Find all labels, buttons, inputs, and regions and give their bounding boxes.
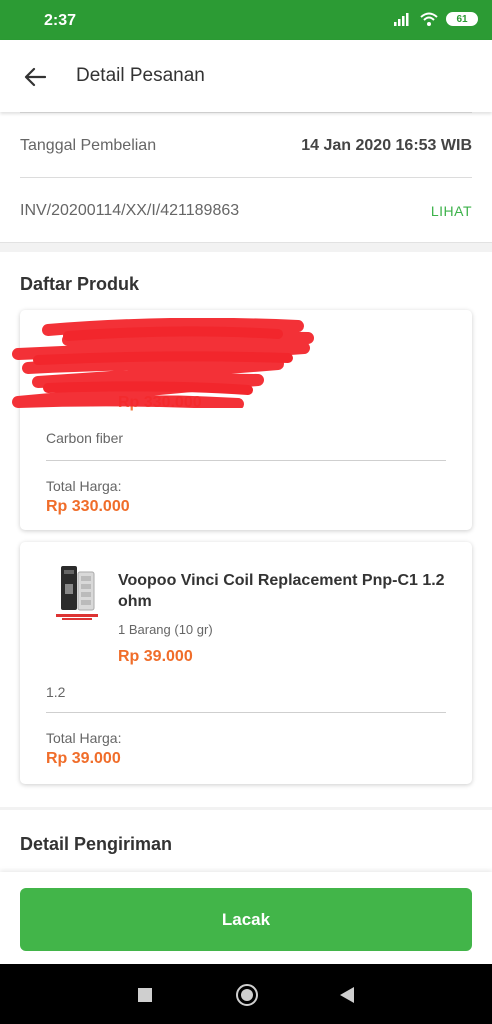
product-thumbnail [52,564,102,622]
divider [46,712,446,713]
total-price-label: Total Harga: [46,478,122,494]
total-price-value: Rp 330.000 [46,498,130,515]
home-icon[interactable] [236,984,258,1006]
product-price: Rp 39.000 [118,648,193,665]
divider [46,460,446,461]
track-button[interactable]: Lacak [20,888,472,951]
total-price-value: Rp 39.000 [46,750,121,767]
product-name: Voopoo Vinci Coil Replacement Pnp-C1 1.2… [118,572,445,610]
product-quantity: 1 Barang (10 gr) [118,622,213,637]
product-card[interactable]: Voopoo Vinci Coil Replacement Pnp-C1 1.2… [20,542,472,784]
status-icons: 61 [394,12,478,26]
total-price-label: Total Harga: [46,730,122,746]
status-bar: 2:37 61 [0,0,492,40]
shipping-title: Detail Pengiriman [20,834,173,854]
arrow-left-icon [24,67,46,87]
product-variant: Carbon fiber [46,430,124,446]
system-nav-bar [0,964,492,1024]
back-triangle-icon[interactable] [340,987,354,1003]
purchase-date-label: Tanggal Pembelian [20,137,157,154]
status-time: 2:37 [44,12,77,29]
product-card[interactable]: Rp 330.000 Carbon fiber Total Harga: Rp … [12,310,472,530]
signal-icon [394,13,409,26]
bottom-action-bar: Lacak [0,872,492,964]
invoice-number: INV/20200114/XX/I/421189863 [20,202,240,219]
view-invoice-link[interactable]: LIHAT [431,203,472,219]
wifi-icon [420,12,438,26]
redaction-scribble [12,318,314,408]
invoice-row: INV/20200114/XX/I/421189863 LIHAT [20,178,472,243]
product-list-section: Daftar Produk Rp 330.000 Carbon fiber To… [0,252,492,807]
order-info-section: Tanggal Pembelian 14 Jan 2020 16:53 WIB … [0,112,492,243]
product-list-title: Daftar Produk [20,274,140,294]
page-title: Detail Pesanan [76,65,205,86]
product-variant: 1.2 [46,684,66,700]
back-button[interactable] [18,60,52,94]
purchase-date-row: Tanggal Pembelian 14 Jan 2020 16:53 WIB [20,112,472,178]
app-bar: Detail Pesanan [0,40,492,112]
battery-icon: 61 [446,12,478,26]
purchase-date-value: 14 Jan 2020 16:53 WIB [301,137,472,154]
shipping-section: Detail Pengiriman [0,810,492,876]
recents-icon[interactable] [138,988,152,1002]
